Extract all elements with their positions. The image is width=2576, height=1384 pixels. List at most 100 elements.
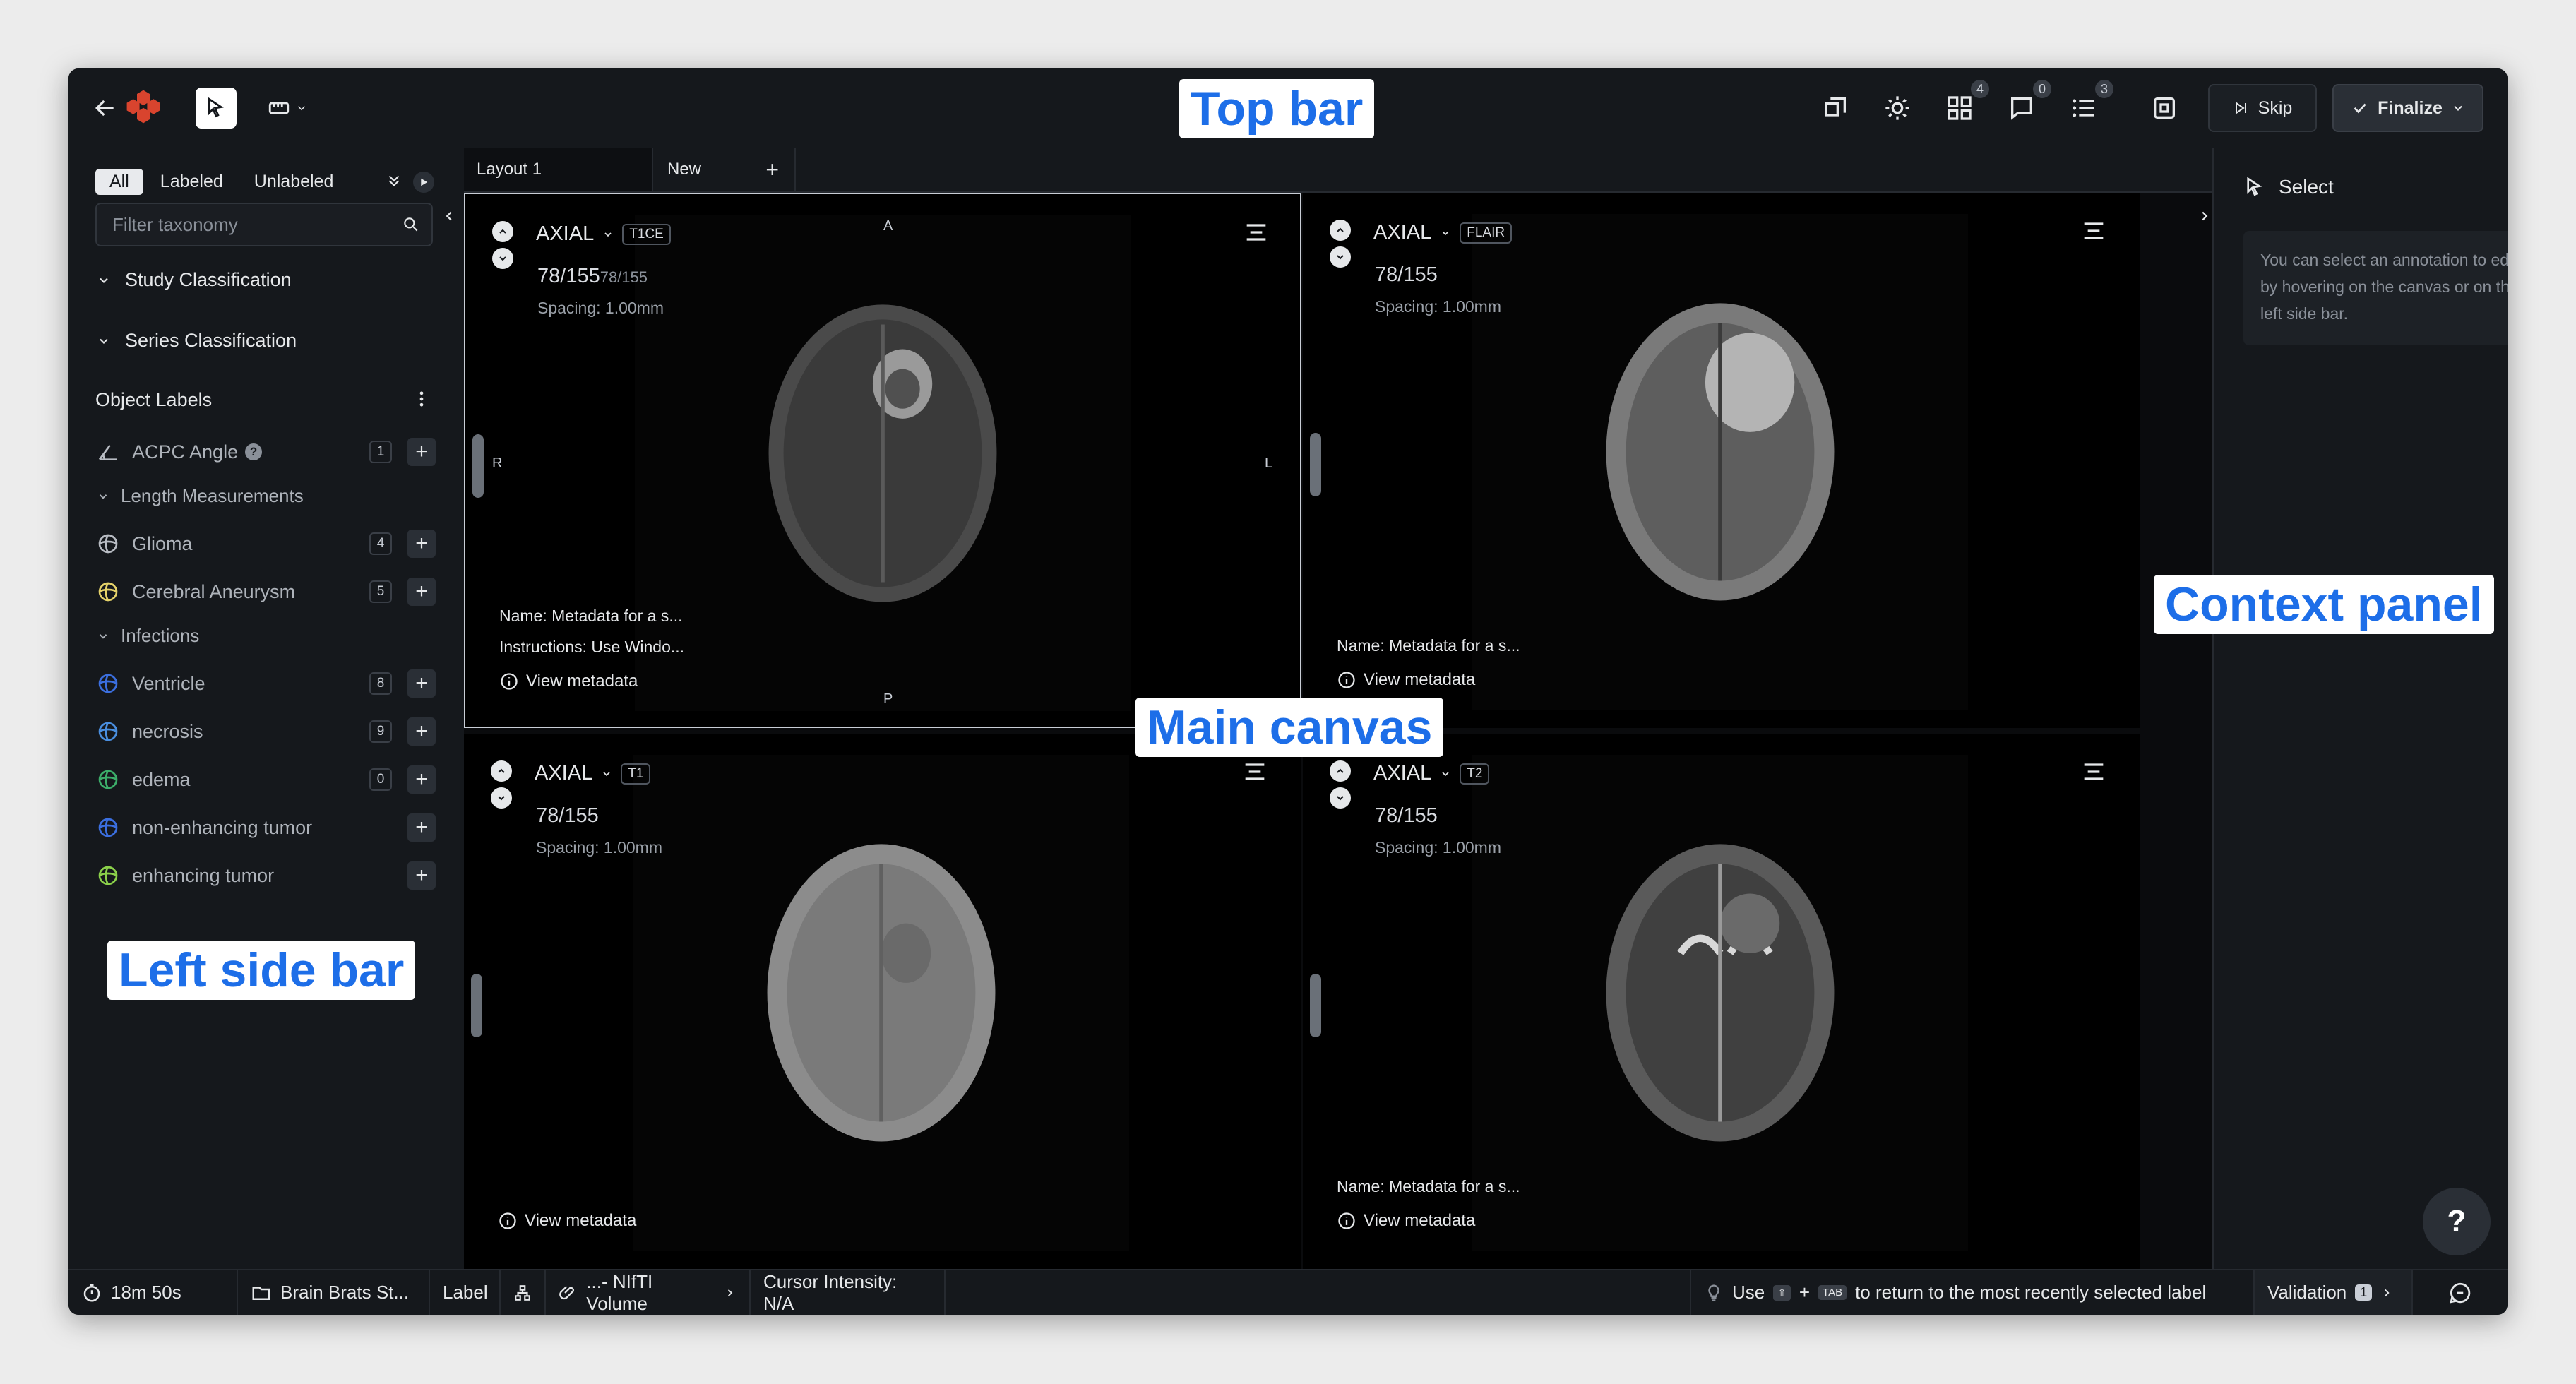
slice-down-icon[interactable] [1330,246,1351,268]
label-item-enhancing-tumor[interactable]: enhancing tumor + [97,858,436,893]
add-label-button[interactable]: + [407,861,436,890]
plane-label: AXIAL [535,762,593,785]
tip-text: to return to the most recently selected … [1855,1282,2207,1303]
play-icon[interactable] [413,172,434,193]
add-label-button[interactable]: + [407,669,436,698]
slice-down-icon[interactable] [1330,787,1351,809]
tab-new[interactable]: New + [655,148,796,191]
study-classification-section[interactable]: Study Classification [97,269,292,291]
label-item-non-enhancing-tumor[interactable]: non-enhancing tumor + [97,810,436,845]
view-metadata-link[interactable]: View metadata [499,672,638,691]
view-metadata-link[interactable]: View metadata [1337,1211,1475,1231]
viewport-menu-icon[interactable] [1241,758,1269,786]
viewport-scroll-handle[interactable] [1310,433,1321,496]
hierarchy-icon[interactable] [501,1270,546,1315]
viewport-scroll-handle[interactable] [472,434,484,498]
sphere-icon [98,818,118,837]
tab-layout-1[interactable]: Layout 1 [464,148,653,191]
label-name: Glioma [132,532,193,554]
skip-button[interactable]: Skip [2208,84,2317,132]
select-tool-button[interactable] [196,88,237,129]
plane-selector[interactable]: AXIAL T1CE [536,222,671,246]
mri-image-t1[interactable] [633,755,1129,1251]
slice-value: 78/155 [536,804,599,827]
slice-down-icon[interactable] [491,787,512,809]
slice-stepper[interactable] [491,760,512,809]
search-icon [404,217,418,232]
volume-selector[interactable]: ...- NIfTI Volume [546,1270,751,1315]
slice-up-icon[interactable] [491,760,512,782]
add-tab-icon[interactable]: + [765,157,779,183]
add-label-button[interactable]: + [407,438,436,466]
layers-toggle-icon[interactable] [1813,85,1858,131]
viewport-menu-icon[interactable] [2080,217,2108,245]
view-metadata-link[interactable]: View metadata [1337,670,1475,690]
sphere-icon [98,674,118,693]
mri-image-t1ce[interactable] [635,215,1131,711]
comments-icon[interactable]: 0 [1999,80,2051,131]
finalize-label: Finalize [2378,97,2443,118]
plane-selector[interactable]: AXIAL T1 [535,762,651,785]
save-icon[interactable] [2142,85,2187,131]
add-label-button[interactable]: + [407,578,436,606]
label-item-ventricle[interactable]: Ventricle 8 + [97,666,436,701]
collapse-sidebar-icon[interactable] [441,208,457,227]
slice-up-icon[interactable] [1330,760,1351,782]
taxonomy-filter-input[interactable]: Filter taxonomy [95,203,433,246]
label-filter-segmented-control: All Labeled Unlabeled [95,169,347,195]
slice-down-icon[interactable] [492,248,513,269]
series-classification-section[interactable]: Series Classification [97,330,297,352]
sphere-icon [98,582,118,602]
label-item-glioma[interactable]: Glioma 4 + [97,526,436,561]
slice-stepper[interactable] [492,221,513,269]
label-item-edema[interactable]: edema 0 + [97,762,436,797]
slice-up-icon[interactable] [1330,220,1351,241]
validation-toggle[interactable]: Validation 1 [2255,1270,2413,1315]
finalize-button[interactable]: Finalize [2332,84,2483,132]
help-button[interactable]: ? [2423,1188,2491,1255]
add-label-button[interactable]: + [407,765,436,794]
viewport-menu-icon[interactable] [1242,218,1270,246]
cursor-intensity: Cursor Intensity: N/A [751,1270,946,1315]
group-infections[interactable]: Infections [97,625,199,647]
label-item-necrosis[interactable]: necrosis 9 + [97,714,436,749]
label-mode[interactable]: Label [430,1270,501,1315]
filter-labeled[interactable]: Labeled [146,169,237,195]
add-label-button[interactable]: + [407,530,436,558]
mri-image-flair[interactable] [1472,214,1968,710]
viewport-scroll-handle[interactable] [1310,974,1321,1037]
dataset-selector[interactable]: Brain Brats St... [238,1270,430,1315]
plane-selector[interactable]: AXIAL T2 [1373,762,1490,785]
label-item-cerebral-aneurysm[interactable]: Cerebral Aneurysm 5 + [97,574,436,609]
plane-selector[interactable]: AXIAL FLAIR [1373,221,1513,244]
cursor-icon [208,97,224,118]
context-panel-title: Select [2279,176,2334,198]
grid-layout-icon[interactable]: 4 [1937,80,1989,131]
filter-unlabeled[interactable]: Unlabeled [240,169,348,195]
viewport-menu-icon[interactable] [2080,758,2108,786]
viewport-t1[interactable]: AXIAL T1 78/155 Spacing: 1.00mm View met… [464,734,1301,1269]
add-label-button[interactable]: + [407,717,436,746]
mri-image-t2[interactable] [1472,755,1968,1251]
viewport-t1ce[interactable]: AXIAL T1CE 78/15578/155 Spacing: 1.00mm … [464,193,1301,728]
more-options-icon[interactable] [412,389,431,412]
brightness-icon[interactable] [1875,85,1920,131]
view-metadata-link[interactable]: View metadata [498,1211,636,1231]
slice-up-icon[interactable] [492,221,513,242]
viewport-scroll-handle[interactable] [471,974,482,1037]
filter-all[interactable]: All [95,169,143,195]
viewport-flair[interactable]: AXIAL FLAIR 78/155 Spacing: 1.00mm Name:… [1303,193,2140,728]
feedback-icon[interactable] [2413,1270,2508,1315]
label-item-acpc-angle[interactable]: ACPC Angle ? 1 + [97,434,436,470]
group-length-measurements[interactable]: Length Measurements [97,485,304,507]
measure-tool-dropdown[interactable] [259,88,316,129]
slice-stepper[interactable] [1330,220,1351,268]
collapse-all-icon[interactable] [385,172,403,193]
slice-stepper[interactable] [1330,760,1351,809]
task-list-icon[interactable]: 3 [2061,80,2113,131]
viewport-t2[interactable]: AXIAL T2 78/155 Spacing: 1.00mm Name: Me… [1303,734,2140,1269]
add-label-button[interactable]: + [407,813,436,842]
help-icon[interactable]: ? [245,443,263,460]
expand-panel-icon[interactable] [2197,208,2212,227]
back-arrow-icon[interactable] [83,85,128,131]
